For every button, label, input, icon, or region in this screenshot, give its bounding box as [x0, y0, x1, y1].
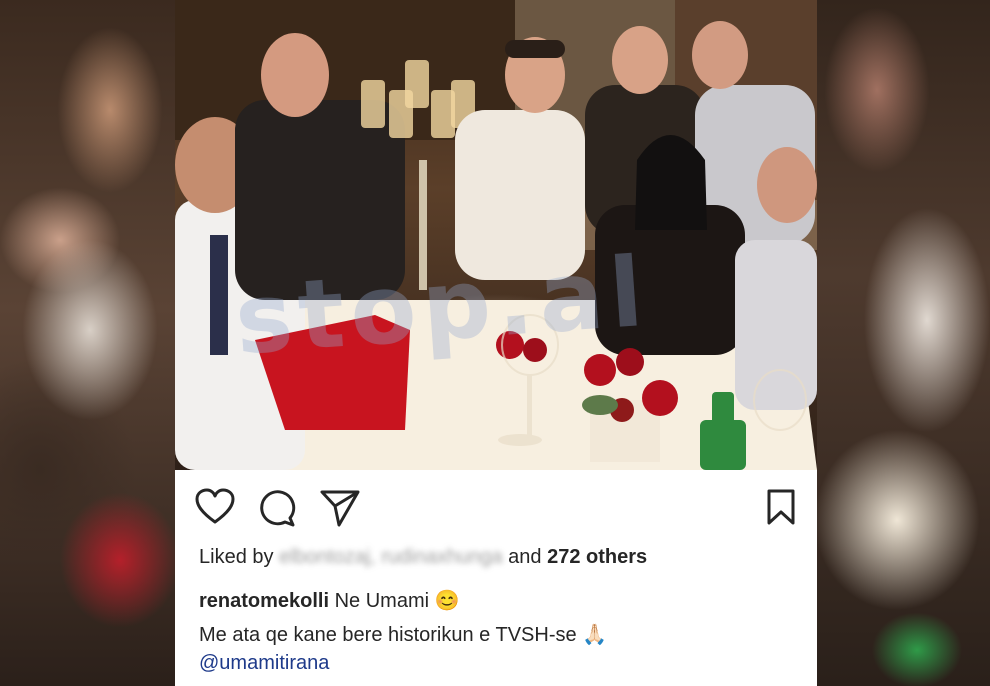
- action-bar: [175, 470, 817, 546]
- liked-by-users-blurred: elbontozaj, rudinaxhunga: [279, 546, 503, 568]
- dinner-scene: [175, 0, 817, 470]
- caption-line-2-text: Me ata qe kane bere historikun e TVSH-se: [199, 624, 577, 646]
- likes-joiner: and: [508, 546, 542, 568]
- caption-username[interactable]: renatomekolli: [199, 590, 329, 612]
- caption-text: Ne Umami: [334, 590, 430, 612]
- likes-others-count[interactable]: 272 others: [547, 546, 647, 568]
- comment-bubble-icon[interactable]: [257, 488, 297, 528]
- likes-prefix: Liked by: [199, 546, 274, 568]
- praying-hands-emoji-icon: 🙏🏻: [582, 624, 608, 646]
- caption: renatomekolli Ne Umami 😊: [199, 588, 460, 613]
- post-photo[interactable]: stop.al: [175, 0, 817, 470]
- paper-plane-icon[interactable]: [319, 488, 361, 528]
- heart-icon[interactable]: [195, 488, 235, 526]
- bookmark-icon[interactable]: [765, 488, 797, 526]
- caption-line-2: Me ata qe kane bere historikun e TVSH-se…: [199, 622, 607, 647]
- post-panel: Liked by elbontozaj, rudinaxhunga and 27…: [175, 470, 817, 686]
- likes-summary[interactable]: Liked by elbontozaj, rudinaxhunga and 27…: [199, 546, 647, 569]
- smile-emoji-icon: 😊: [434, 590, 460, 612]
- blurred-background-left: [0, 0, 175, 686]
- blurred-background-right: [817, 0, 990, 686]
- mention-link[interactable]: @umamitirana: [199, 652, 329, 675]
